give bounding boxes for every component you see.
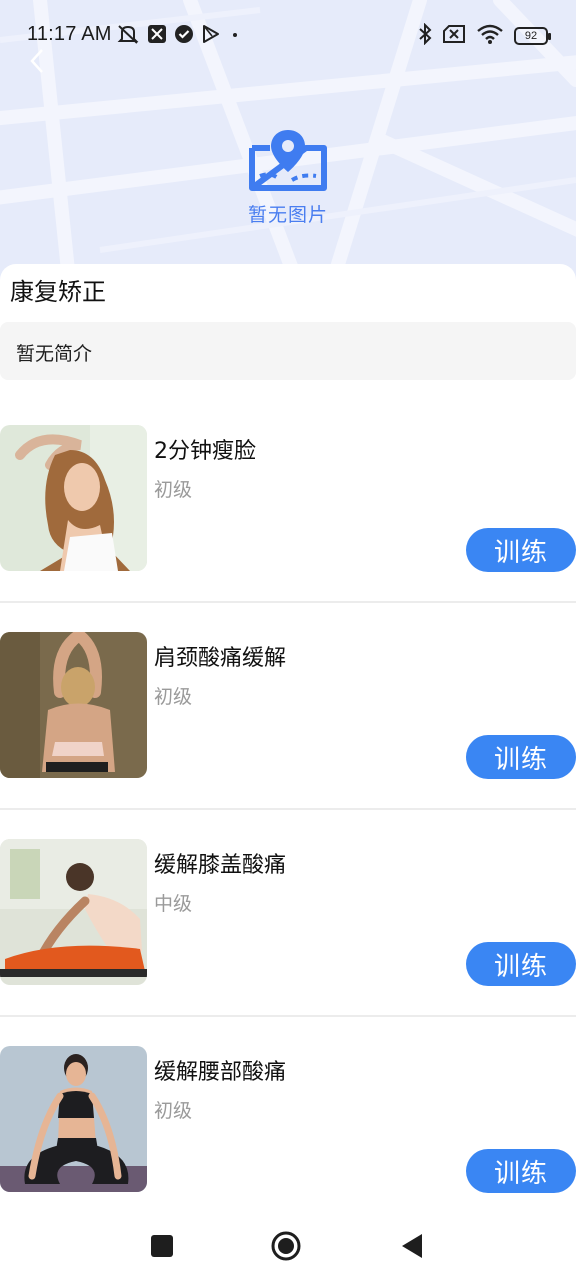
no-sim-icon bbox=[442, 24, 466, 48]
back-nav-button[interactable] bbox=[396, 1230, 428, 1262]
system-navigation-bar bbox=[0, 1212, 576, 1280]
train-button[interactable]: 训练 bbox=[466, 942, 576, 986]
recents-button[interactable] bbox=[146, 1230, 178, 1262]
list-item[interactable]: 缓解膝盖酸痛 中级 训练 bbox=[0, 839, 576, 1047]
list-item[interactable]: 肩颈酸痛缓解 初级 训练 bbox=[0, 632, 576, 840]
divider bbox=[0, 1015, 576, 1017]
exercise-level: 中级 bbox=[154, 893, 193, 915]
hero-image-area: 11:17 AM 92 暂无图片 bbox=[0, 0, 576, 290]
map-pin-icon bbox=[249, 130, 327, 191]
battery-level: 92 bbox=[524, 30, 538, 42]
train-button[interactable]: 训练 bbox=[466, 528, 576, 572]
home-button[interactable] bbox=[270, 1230, 302, 1262]
divider bbox=[0, 601, 576, 603]
wifi-icon bbox=[476, 23, 504, 49]
battery-indicator: 92 bbox=[514, 27, 551, 45]
recents-square-icon bbox=[151, 1235, 173, 1257]
home-circle-icon bbox=[271, 1231, 301, 1261]
content-sheet: 康复矫正 暂无简介 2分钟瘦脸 初级 训练 肩颈酸痛缓解 初级 训练 缓解膝盖酸… bbox=[0, 264, 576, 1224]
status-notification-icons bbox=[116, 25, 242, 47]
exercise-level: 初级 bbox=[154, 686, 193, 708]
play-store-icon bbox=[201, 24, 221, 48]
dot-icon bbox=[228, 27, 242, 46]
exercise-name: 肩颈酸痛缓解 bbox=[154, 646, 287, 671]
chevron-left-icon bbox=[30, 49, 43, 73]
exercise-level: 初级 bbox=[154, 479, 193, 501]
exercise-name: 2分钟瘦脸 bbox=[154, 439, 256, 464]
train-button[interactable]: 训练 bbox=[466, 735, 576, 779]
list-item[interactable]: 2分钟瘦脸 初级 训练 bbox=[0, 425, 576, 633]
exercise-name: 缓解膝盖酸痛 bbox=[154, 853, 287, 878]
exercise-level: 初级 bbox=[154, 1100, 193, 1122]
status-bar: 11:17 AM 92 bbox=[0, 0, 576, 72]
page-title: 康复矫正 bbox=[10, 278, 106, 306]
verified-check-icon bbox=[174, 24, 194, 48]
status-time: 11:17 AM bbox=[27, 23, 112, 45]
exercise-name: 缓解腰部酸痛 bbox=[154, 1060, 287, 1085]
exercise-thumbnail bbox=[0, 1046, 147, 1192]
no-image-text: 暂无图片 bbox=[247, 204, 328, 226]
train-button[interactable]: 训练 bbox=[466, 1149, 576, 1193]
app-notification-icon bbox=[147, 24, 167, 48]
back-triangle-icon bbox=[402, 1234, 422, 1258]
intro-text: 暂无简介 bbox=[16, 343, 93, 365]
image-placeholder: 暂无图片 bbox=[0, 128, 576, 227]
intro-box: 暂无简介 bbox=[0, 322, 576, 380]
status-system-icons: 92 bbox=[418, 22, 551, 49]
exercise-thumbnail bbox=[0, 839, 147, 985]
exercise-thumbnail bbox=[0, 425, 147, 571]
divider bbox=[0, 808, 576, 810]
exercise-thumbnail bbox=[0, 632, 147, 778]
bluetooth-icon bbox=[418, 22, 432, 49]
mute-icon bbox=[116, 23, 140, 49]
back-button[interactable] bbox=[26, 46, 48, 76]
